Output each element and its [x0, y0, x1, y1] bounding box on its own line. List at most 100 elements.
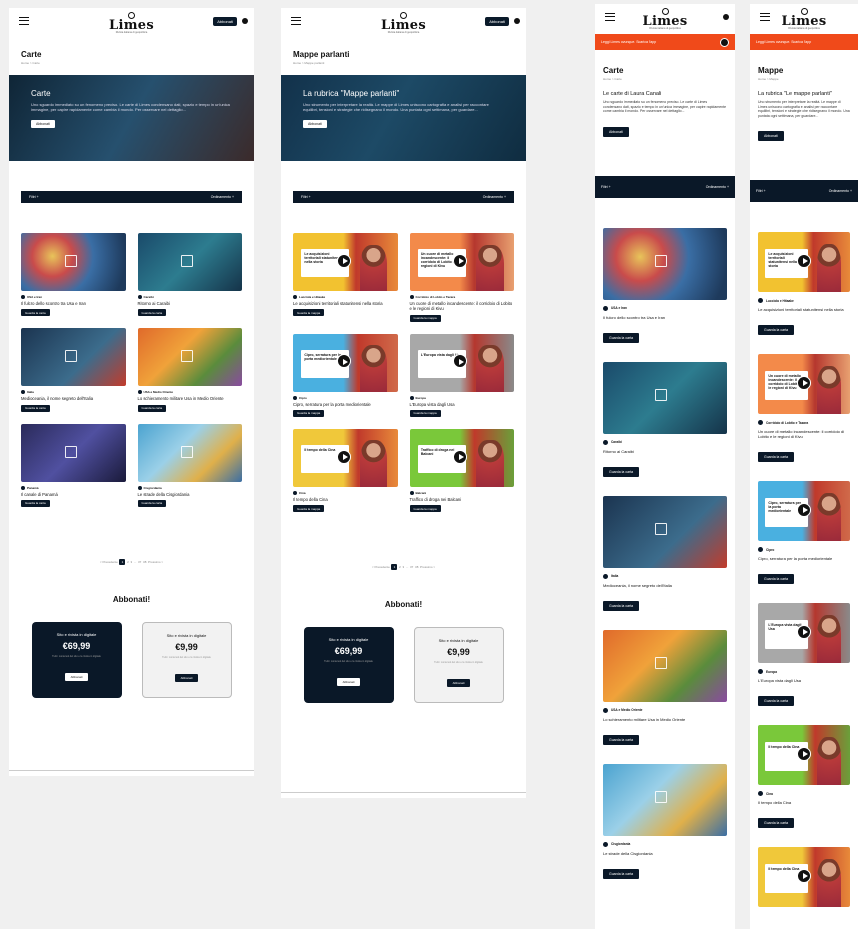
pager-page-2[interactable]: 2 [127, 560, 129, 564]
video-thumbnail[interactable]: Il tempo della Cina [293, 428, 398, 487]
video-thumbnail[interactable]: Le acquisizioni territoriali statunitens… [293, 233, 398, 291]
subscribe-button[interactable]: Abbonati [758, 131, 784, 142]
sort-toggle[interactable]: Ordinamento + [483, 195, 506, 199]
play-icon[interactable] [336, 449, 351, 464]
play-icon[interactable] [453, 449, 468, 464]
card-title[interactable]: Ritorno ai Caraibi [138, 301, 243, 306]
subscribe-button[interactable]: Abbonati [603, 126, 629, 137]
card-title[interactable]: Medioceania, il nome segreto dell'Italia [603, 583, 727, 588]
view-map-button[interactable]: Guarda la carta [21, 499, 50, 507]
play-icon[interactable] [796, 253, 811, 268]
card-title[interactable]: Il tempo della Cina [758, 800, 850, 805]
pager-page-38[interactable]: 38 [143, 560, 146, 564]
pager-page-1[interactable]: 1 [119, 558, 126, 565]
map-thumbnail[interactable] [603, 495, 727, 568]
user-icon[interactable] [514, 18, 520, 24]
view-map-button[interactable]: Guarda la mappa [409, 505, 441, 512]
sort-toggle[interactable]: Ordinamento + [706, 185, 729, 189]
view-map-button[interactable]: Guarda la carta [21, 309, 50, 317]
pager-next[interactable]: Prossimo > [420, 565, 435, 569]
plan-subscribe-button[interactable]: Abbonati [446, 679, 471, 687]
view-map-button[interactable]: Guarda la mappa [409, 314, 441, 322]
menu-icon[interactable] [19, 17, 29, 25]
pager-prev[interactable]: < Precedente [372, 565, 390, 569]
map-thumbnail[interactable] [137, 328, 242, 387]
view-map-button[interactable]: Guarda la carta [758, 818, 795, 829]
card-title[interactable]: Il fulcro dello scontro tra Usa e Iran [603, 315, 727, 320]
menu-icon[interactable] [760, 13, 770, 21]
card-title[interactable]: Le acquisizioni territoriali statunitens… [758, 307, 850, 312]
sort-toggle[interactable]: Ordinamento + [829, 189, 852, 193]
card-title[interactable]: Le strade della Cisgiordania [138, 492, 243, 497]
video-thumbnail[interactable]: L'Europa vista dagli Usa [409, 333, 514, 392]
card-title[interactable]: Il tempo della Cina [293, 497, 398, 502]
card-title[interactable]: Un cuore di metallo incandescente: il co… [758, 429, 850, 439]
video-thumbnail[interactable]: Traffico di droga nei Balcani [409, 428, 514, 487]
plan-subscribe-button[interactable]: Abbonati [174, 673, 199, 682]
card-title[interactable]: Il canale di Panamá [21, 492, 126, 497]
video-thumbnail[interactable]: L'Europa vista dagli Usa [758, 603, 850, 664]
card-title[interactable]: Le acquisizioni territoriali statunitens… [293, 301, 398, 306]
map-thumbnail[interactable] [137, 233, 242, 291]
view-map-button[interactable]: Guarda la carta [758, 452, 795, 463]
map-thumbnail[interactable] [137, 423, 242, 482]
breadcrumb[interactable]: Home > Carte [595, 77, 735, 87]
hero-subscribe-button[interactable]: Abbonati [303, 120, 327, 129]
app-banner[interactable]: Leggi Limes ovunque. Scarica l'app [750, 34, 858, 50]
card-title[interactable]: Un cuore di metallo incandescente: il co… [410, 301, 515, 312]
app-banner[interactable]: Leggi Limes ovunque. Scarica l'app [595, 34, 735, 50]
pager-page-37[interactable]: 37 [410, 565, 413, 569]
play-icon[interactable] [796, 502, 811, 517]
user-icon[interactable] [723, 14, 729, 20]
view-map-button[interactable]: Guarda la carta [758, 696, 795, 707]
pager-page-38[interactable]: 38 [415, 565, 418, 569]
view-map-button[interactable]: Guarda la carta [137, 309, 167, 317]
map-thumbnail[interactable] [603, 361, 727, 434]
close-icon[interactable] [720, 37, 729, 47]
card-title[interactable]: Cipro, serratura per la porta mediorient… [758, 556, 850, 561]
card-title[interactable]: Ritorno ai Caraibi [603, 449, 727, 454]
filters-toggle[interactable]: Filtri + [29, 195, 39, 199]
filters-toggle[interactable]: Filtri + [301, 195, 311, 199]
limes-logo[interactable]: Limes Rivista italiana di geopolitica [782, 7, 827, 31]
video-thumbnail[interactable]: Un cuore di metallo incandescente: il co… [758, 354, 850, 415]
card-title[interactable]: Medioceania, il nome segreto dell'Italia [21, 396, 126, 401]
play-icon[interactable] [336, 253, 351, 268]
card-title[interactable]: L'Europa vista dagli Usa [410, 402, 515, 407]
play-icon[interactable] [796, 375, 811, 390]
view-map-button[interactable]: Guarda la mappa [293, 309, 325, 317]
map-thumbnail[interactable] [21, 233, 126, 291]
view-map-button[interactable]: Guarda la carta [21, 404, 50, 412]
view-map-button[interactable]: Guarda la carta [603, 600, 640, 611]
pager-page-3[interactable]: 3 [130, 560, 132, 564]
video-thumbnail[interactable]: Cipro, serratura per la porta mediorient… [758, 481, 850, 542]
user-icon[interactable] [242, 18, 248, 24]
card-title[interactable]: Il fulcro dello scontro tra Usa e Iran [21, 301, 126, 306]
subscribe-button[interactable]: Abbonati [213, 17, 237, 26]
map-thumbnail[interactable] [21, 423, 126, 482]
hero-subscribe-button[interactable]: Abbonati [31, 120, 55, 129]
view-map-button[interactable]: Guarda la carta [603, 332, 640, 343]
card-title[interactable]: L'Europa vista dagli Usa [758, 678, 850, 683]
video-thumbnail[interactable]: Le acquisizioni territoriali statunitens… [758, 232, 850, 293]
card-title[interactable]: Le strade della Cisgiordania [603, 851, 727, 856]
view-map-button[interactable]: Guarda la mappa [409, 409, 441, 417]
breadcrumb[interactable]: Home > Carte [9, 61, 254, 75]
card-title[interactable]: Traffico di droga nei Balcani [410, 497, 515, 502]
video-thumbnail[interactable]: Cipro, serratura per la porta mediorient… [293, 333, 398, 392]
view-map-button[interactable]: Guarda la carta [603, 734, 640, 745]
view-map-button[interactable]: Guarda la carta [603, 868, 640, 879]
map-thumbnail[interactable] [603, 227, 727, 300]
limes-logo[interactable]: Limes Rivista italiana di geopolitica [381, 11, 426, 35]
filters-toggle[interactable]: Filtri + [601, 185, 611, 189]
map-thumbnail[interactable] [603, 629, 727, 702]
map-thumbnail[interactable] [21, 328, 126, 387]
view-map-button[interactable]: Guarda la carta [137, 404, 167, 412]
plan-subscribe-button[interactable]: Abbonati [64, 672, 89, 681]
play-icon[interactable] [796, 868, 811, 883]
play-icon[interactable] [796, 746, 811, 761]
view-map-button[interactable]: Guarda la carta [758, 574, 795, 585]
pager-page-2[interactable]: 2 [399, 565, 401, 569]
video-thumbnail[interactable]: Il tempo della Cina [758, 847, 850, 908]
limes-logo[interactable]: Limes Rivista italiana di geopolitica [109, 11, 154, 35]
